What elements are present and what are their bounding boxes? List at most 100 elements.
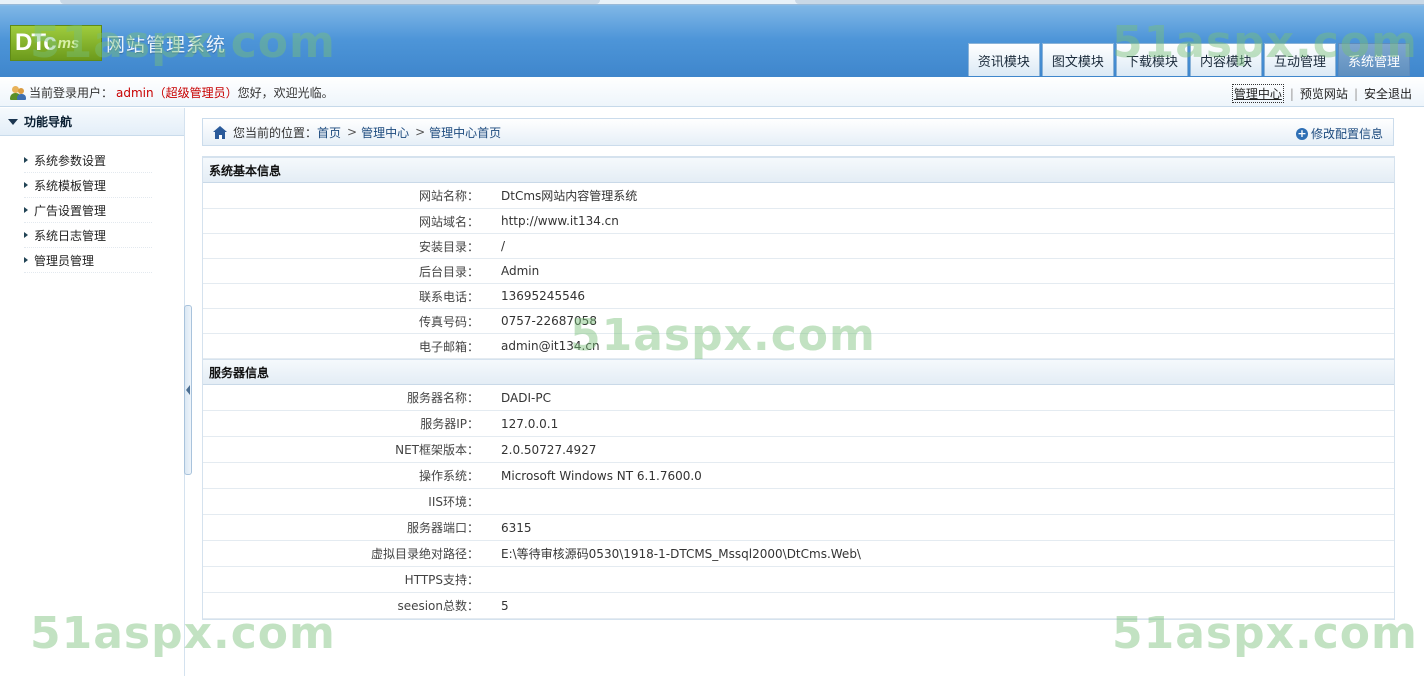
row-key: NET框架版本： xyxy=(395,443,479,457)
browser-chrome-strip xyxy=(0,0,1424,5)
link-separator: | xyxy=(1289,86,1294,101)
tab-photo-module[interactable]: 图文模块 xyxy=(1041,43,1114,76)
row-key: seesion总数： xyxy=(397,599,479,613)
table-row: 联系电话： 13695245546 xyxy=(203,284,1394,309)
table-row: 服务器端口： 6315 xyxy=(203,515,1394,541)
row-key: 服务器IP： xyxy=(420,417,479,431)
table-row: seesion总数： 5 xyxy=(203,593,1394,619)
breadcrumb-label: 您当前的位置： xyxy=(233,125,318,140)
logout-link[interactable]: 安全退出 xyxy=(1364,85,1412,102)
edit-config-button[interactable]: + 修改配置信息 xyxy=(1295,125,1383,142)
main-content: 您当前的位置： 首页 > 管理中心 > 管理中心首页 + 修改配置信息 系统基本… xyxy=(192,108,1424,676)
table-row: 传真号码： 0757-22687058 xyxy=(203,309,1394,334)
sidebar-title: 功能导航 xyxy=(24,115,73,129)
section-header-basic: 系统基本信息 xyxy=(203,157,1394,183)
table-row: 服务器IP： 127.0.0.1 xyxy=(203,411,1394,437)
link-separator: | xyxy=(1353,86,1358,101)
admin-center-link[interactable]: 管理中心 xyxy=(1231,84,1284,103)
browser-tab-strip-left xyxy=(60,0,600,4)
table-row: 后台目录： Admin xyxy=(203,259,1394,284)
preview-site-link[interactable]: 预览网站 xyxy=(1300,85,1348,102)
bullet-arrow-icon xyxy=(24,182,28,188)
breadcrumb: 您当前的位置： 首页 > 管理中心 > 管理中心首页 + 修改配置信息 xyxy=(202,118,1394,146)
row-key: 电子邮箱： xyxy=(418,339,479,354)
logo-mark-sub: ms xyxy=(57,34,80,52)
section-header-server: 服务器信息 xyxy=(203,359,1394,385)
sidebar-item-label: 系统参数设置 xyxy=(34,153,107,168)
row-key: 安装目录： xyxy=(418,239,479,254)
current-username: admin xyxy=(116,85,154,100)
bullet-arrow-icon xyxy=(24,257,28,263)
table-row: 电子邮箱： admin@it134.cn xyxy=(203,334,1394,359)
row-value: http://www.it134.cn xyxy=(501,214,619,228)
browser-tab-strip-right xyxy=(795,0,1424,4)
welcome-text: 您好，欢迎光临。 xyxy=(237,86,334,100)
users-icon xyxy=(10,85,26,101)
row-key: 虚拟目录绝对路径： xyxy=(370,547,479,561)
logo-badge: DTc ms xyxy=(10,25,102,61)
row-value: 0757-22687058 xyxy=(501,314,597,328)
row-value: DADI-PC xyxy=(501,390,551,405)
row-key: IIS环境： xyxy=(428,495,479,509)
sidebar-header[interactable]: 功能导航 xyxy=(0,108,184,136)
tab-system-management[interactable]: 系统管理 xyxy=(1337,43,1410,76)
table-row: 网站域名： http://www.it134.cn xyxy=(203,209,1394,234)
collapse-triangle-icon xyxy=(8,118,18,125)
login-info: 当前登录用户： admin （超级管理员） 您好，欢迎光临。 xyxy=(10,84,334,101)
breadcrumb-separator: > xyxy=(347,125,358,139)
logo-mark: DTc xyxy=(15,29,57,56)
row-value: DtCms网站内容管理系统 xyxy=(501,189,638,203)
add-circle-icon: + xyxy=(1295,126,1308,140)
row-value: Microsoft Windows NT 6.1.7600.0 xyxy=(501,468,702,483)
sidebar-toggle-handle[interactable] xyxy=(184,305,192,475)
tab-content-module[interactable]: 内容模块 xyxy=(1189,43,1262,76)
row-value: Admin xyxy=(501,264,540,278)
sidebar: 功能导航 系统参数设置 系统模板管理 广告设置管理 系统日志管理 管理员管理 xyxy=(0,108,185,676)
logo[interactable]: DTc ms 网站管理系统 xyxy=(10,24,226,62)
sidebar-item-admin-management[interactable]: 管理员管理 xyxy=(24,248,152,273)
row-key: 操作系统： xyxy=(418,469,479,483)
row-key: 服务器名称： xyxy=(406,391,479,405)
bullet-arrow-icon xyxy=(24,157,28,163)
table-row: NET框架版本： 2.0.50727.4927 xyxy=(203,437,1394,463)
row-key: 传真号码： xyxy=(418,314,479,329)
breadcrumb-home[interactable]: 首页 xyxy=(317,124,341,141)
table-row: 网站名称： DtCms网站内容管理系统 xyxy=(203,183,1394,209)
sidebar-nav: 系统参数设置 系统模板管理 广告设置管理 系统日志管理 管理员管理 xyxy=(0,136,184,273)
edit-config-label: 修改配置信息 xyxy=(1310,127,1383,141)
app-header: DTc ms 网站管理系统 资讯模块 图文模块 下载模块 内容模块 互动管理 系统… xyxy=(0,0,1424,77)
breadcrumb-current-page[interactable]: 管理中心首页 xyxy=(429,124,501,141)
table-row: 服务器名称： DADI-PC xyxy=(203,385,1394,411)
row-value: 13695245546 xyxy=(501,289,585,303)
tab-news-module[interactable]: 资讯模块 xyxy=(967,43,1040,76)
table-row: HTTPS支持： xyxy=(203,567,1394,593)
tab-download-module[interactable]: 下载模块 xyxy=(1115,43,1188,76)
row-value: 6315 xyxy=(501,520,532,535)
sidebar-item-log-management[interactable]: 系统日志管理 xyxy=(24,223,152,248)
info-table: 系统基本信息 网站名称： DtCms网站内容管理系统 网站域名： http://ww… xyxy=(202,156,1395,620)
sidebar-item-template-management[interactable]: 系统模板管理 xyxy=(24,173,152,198)
bullet-arrow-icon xyxy=(24,207,28,213)
user-bar: 当前登录用户： admin （超级管理员） 您好，欢迎光临。 管理中心 | 预览… xyxy=(0,77,1424,107)
top-links: 管理中心 | 预览网站 | 安全退出 xyxy=(1231,84,1412,103)
sidebar-item-label: 管理员管理 xyxy=(34,253,95,268)
row-value: admin@it134.cn xyxy=(501,339,600,353)
row-value: 2.0.50727.4927 xyxy=(501,442,597,457)
row-value: 5 xyxy=(501,598,509,613)
logo-title: 网站管理系统 xyxy=(106,33,227,56)
row-key: 网站域名： xyxy=(418,214,479,229)
row-key: 后台目录： xyxy=(418,264,479,279)
tab-interaction-management[interactable]: 互动管理 xyxy=(1263,43,1336,76)
sidebar-item-label: 广告设置管理 xyxy=(34,203,107,218)
table-row: 虚拟目录绝对路径： E:\等待审核源码0530\1918-1-DTCMS_Mssq… xyxy=(203,541,1394,567)
sidebar-item-label: 系统日志管理 xyxy=(34,228,107,243)
module-tabs: 资讯模块 图文模块 下载模块 内容模块 互动管理 系统管理 xyxy=(966,43,1410,76)
breadcrumb-admin-center[interactable]: 管理中心 xyxy=(361,124,409,141)
login-prefix: 当前登录用户： xyxy=(29,86,114,100)
table-row: 安装目录： / xyxy=(203,234,1394,259)
sidebar-item-label: 系统模板管理 xyxy=(34,178,107,193)
current-user-role: （超级管理员） xyxy=(153,86,238,100)
sidebar-item-system-params[interactable]: 系统参数设置 xyxy=(24,148,152,173)
row-value: E:\等待审核源码0530\1918-1-DTCMS_Mssql2000\DtC… xyxy=(501,547,861,561)
sidebar-item-ad-management[interactable]: 广告设置管理 xyxy=(24,198,152,223)
